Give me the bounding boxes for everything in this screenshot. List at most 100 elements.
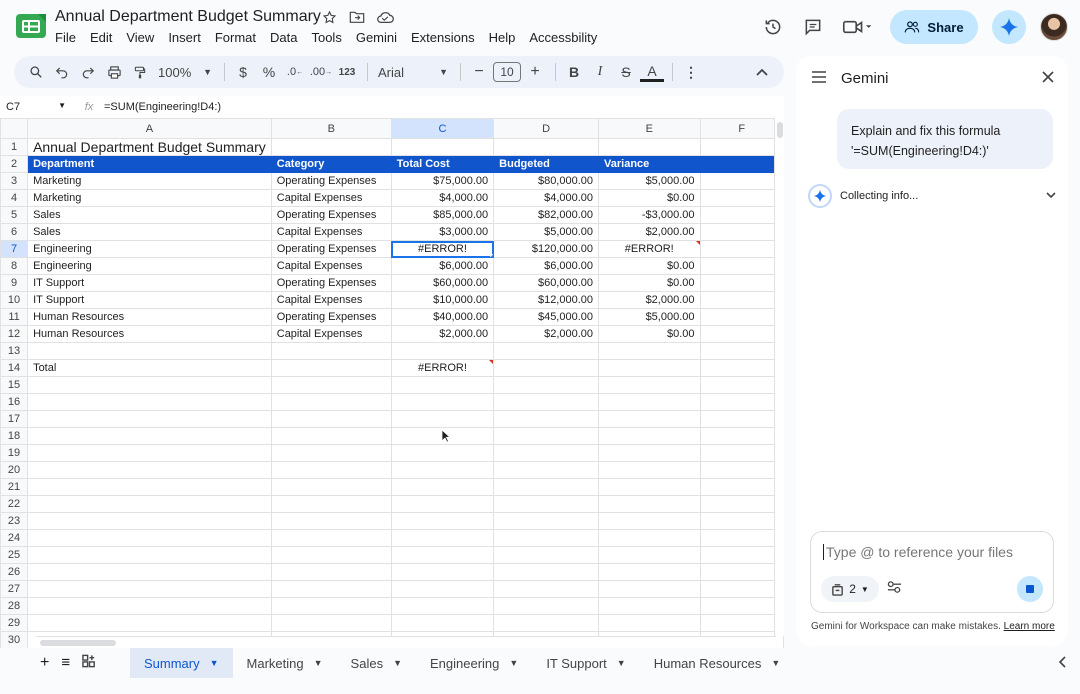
cell-f5[interactable] [699, 206, 784, 224]
cell-a22[interactable] [27, 495, 272, 513]
cell-d13[interactable] [493, 342, 600, 360]
cell-a15[interactable] [27, 376, 272, 394]
cell-a8[interactable]: Engineering [27, 257, 272, 275]
cell-f10[interactable] [699, 291, 784, 309]
cell-f24[interactable] [699, 529, 784, 547]
sheets-logo-icon[interactable] [16, 14, 46, 38]
row-header[interactable]: 22 [0, 495, 29, 513]
cell-f9[interactable] [699, 274, 784, 292]
cell-f23[interactable] [699, 512, 784, 530]
chevron-down-icon[interactable]: ▼ [210, 658, 219, 668]
cell-e8[interactable]: $0.00 [598, 257, 701, 275]
cell-a2[interactable]: Department [27, 155, 272, 173]
cell-a19[interactable] [27, 444, 272, 462]
cell-e29[interactable] [598, 614, 701, 632]
hamburger-menu-icon[interactable] [812, 70, 826, 88]
row-header[interactable]: 25 [0, 546, 29, 564]
sheet-tab-human-resources[interactable]: Human Resources ▼ [640, 648, 795, 678]
meet-video-icon[interactable] [840, 14, 876, 40]
cell-d28[interactable] [493, 597, 600, 615]
cell-d11[interactable]: $45,000.00 [493, 308, 600, 326]
cell-d10[interactable]: $12,000.00 [493, 291, 600, 309]
cell-b16[interactable] [270, 393, 392, 411]
cell-e21[interactable] [598, 478, 701, 496]
more-formats-button[interactable]: 123 [335, 60, 359, 84]
menu-format[interactable]: Format [208, 30, 263, 46]
cell-f26[interactable] [699, 563, 784, 581]
chevron-down-icon[interactable]: ▼ [771, 658, 780, 668]
cell-c27[interactable] [390, 580, 495, 598]
row-header[interactable]: 7 [0, 240, 29, 258]
text-color-icon[interactable]: A [640, 62, 664, 82]
chevron-down-icon[interactable]: ▼ [617, 658, 626, 668]
decrease-font-size-icon[interactable]: − [467, 60, 491, 84]
cell-e14[interactable] [598, 359, 701, 377]
cell-d4[interactable]: $4,000.00 [493, 189, 600, 207]
name-box[interactable]: C7 ▼ [0, 101, 74, 113]
menu-accessibility[interactable]: Accessbility [522, 30, 604, 46]
row-header[interactable]: 23 [0, 512, 29, 530]
cell-d21[interactable] [493, 478, 600, 496]
row-header[interactable]: 12 [0, 325, 29, 343]
cell-e1[interactable] [598, 138, 701, 156]
row-header[interactable]: 15 [0, 376, 29, 394]
row-header[interactable]: 26 [0, 563, 29, 581]
cell-c14[interactable]: #ERROR! [390, 359, 495, 377]
cell-e6[interactable]: $2,000.00 [598, 223, 701, 241]
cell-a10[interactable]: IT Support [27, 291, 272, 309]
cell-d27[interactable] [493, 580, 600, 598]
cell-e4[interactable]: $0.00 [598, 189, 701, 207]
cell-c21[interactable] [390, 478, 495, 496]
cell-b28[interactable] [270, 597, 392, 615]
cell-a7[interactable]: Engineering [27, 240, 272, 258]
select-all-corner[interactable] [0, 118, 29, 139]
row-header[interactable]: 28 [0, 597, 29, 615]
cell-c8[interactable]: $6,000.00 [390, 257, 495, 275]
cell-e3[interactable]: $5,000.00 [598, 172, 701, 190]
cell-c22[interactable] [390, 495, 495, 513]
row-header[interactable]: 20 [0, 461, 29, 479]
cell-a1[interactable]: Annual Department Budget Summary [27, 138, 272, 156]
cell-a26[interactable] [27, 563, 272, 581]
cell-c23[interactable] [390, 512, 495, 530]
menu-file[interactable]: File [48, 30, 83, 46]
cell-e12[interactable]: $0.00 [598, 325, 701, 343]
cell-d16[interactable] [493, 393, 600, 411]
row-header[interactable]: 6 [0, 223, 29, 241]
chevron-down-icon[interactable]: ▼ [509, 658, 518, 668]
cell-f2[interactable] [699, 155, 784, 173]
cell-b26[interactable] [270, 563, 392, 581]
cell-a24[interactable] [27, 529, 272, 547]
row-header[interactable]: 13 [0, 342, 29, 360]
cell-d2[interactable]: Budgeted [493, 155, 600, 173]
italic-icon[interactable]: I [588, 60, 612, 84]
cell-b11[interactable]: Operating Expenses [270, 308, 392, 326]
menu-data[interactable]: Data [263, 30, 304, 46]
cell-b27[interactable] [270, 580, 392, 598]
strikethrough-icon[interactable]: S [614, 60, 638, 84]
cell-c2[interactable]: Total Cost [390, 155, 495, 173]
cell-c29[interactable] [390, 614, 495, 632]
cell-f4[interactable] [699, 189, 784, 207]
cell-d14[interactable] [493, 359, 600, 377]
cell-b23[interactable] [270, 512, 392, 530]
cell-d15[interactable] [493, 376, 600, 394]
cell-a21[interactable] [27, 478, 272, 496]
formula-input[interactable]: =SUM(Engineering!D4:) [104, 101, 221, 113]
tune-settings-icon[interactable] [887, 580, 902, 599]
cell-e10[interactable]: $2,000.00 [598, 291, 701, 309]
sheet-tab-it-support[interactable]: IT Support ▼ [532, 648, 639, 678]
cell-c5[interactable]: $85,000.00 [390, 206, 495, 224]
cell-e15[interactable] [598, 376, 701, 394]
sheet-tab-summary[interactable]: Summary ▼ [130, 648, 233, 678]
undo-icon[interactable] [50, 60, 74, 84]
cell-b17[interactable] [270, 410, 392, 428]
increase-font-size-icon[interactable]: + [523, 60, 547, 84]
cell-c20[interactable] [390, 461, 495, 479]
cell-e20[interactable] [598, 461, 701, 479]
row-header[interactable]: 18 [0, 427, 29, 445]
cell-f17[interactable] [699, 410, 784, 428]
cell-b25[interactable] [270, 546, 392, 564]
cell-b1[interactable] [270, 138, 392, 156]
scroll-thumb[interactable] [40, 640, 116, 646]
